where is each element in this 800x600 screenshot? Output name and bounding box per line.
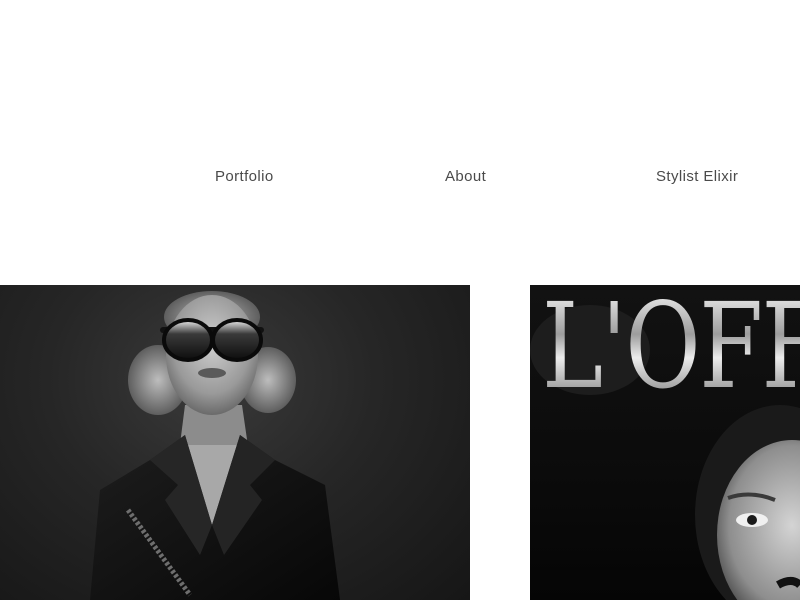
main-nav: Portfolio About Stylist Elixir	[0, 168, 800, 190]
nav-link-about[interactable]: About	[445, 168, 486, 185]
nav-link-portfolio[interactable]: Portfolio	[215, 168, 274, 185]
gallery-tile-portrait[interactable]	[0, 285, 470, 600]
portrait-photo	[90, 291, 340, 600]
gallery-tile-magazine[interactable]: L'OFFI	[530, 285, 800, 600]
magazine-masthead: L'OFFI	[542, 287, 800, 405]
page: Portfolio About Stylist Elixir L'OF	[0, 0, 800, 600]
nav-link-stylist-elixir[interactable]: Stylist Elixir	[656, 168, 738, 185]
